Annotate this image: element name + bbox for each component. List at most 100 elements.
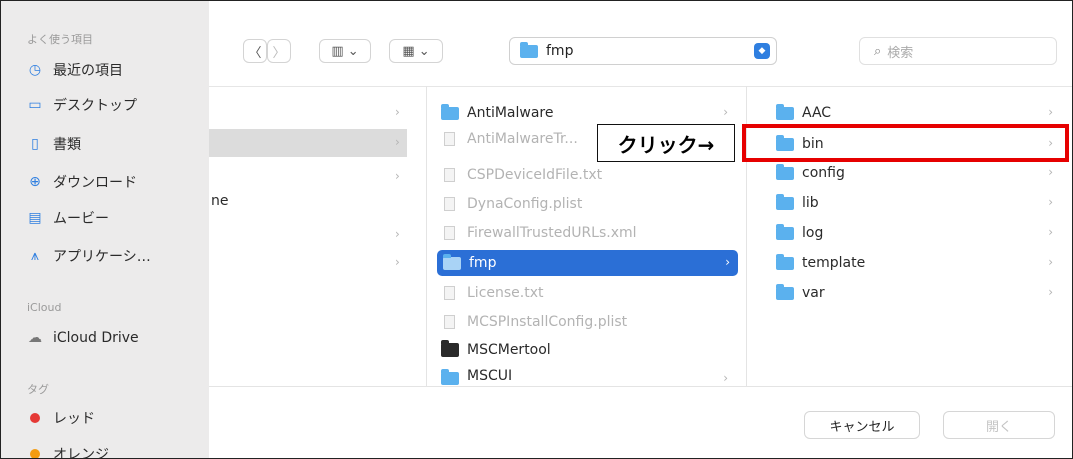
tag-dot-red <box>25 413 45 423</box>
item-label: AntiMalware <box>467 105 554 121</box>
view-mode-button[interactable]: ▥ ⌄ <box>319 39 371 63</box>
sidebar-item-label: オレンジ <box>53 447 109 459</box>
sidebar-item-label: ダウンロード <box>53 175 137 191</box>
download-icon: ⊕ <box>29 174 41 190</box>
sidebar-item-icloud-drive[interactable]: ☁ iCloud Drive <box>25 325 139 351</box>
tag-dot-orange <box>25 449 45 458</box>
folder-icon <box>776 283 794 300</box>
cancel-button[interactable]: キャンセル <box>804 411 920 439</box>
item-label: fmp <box>469 255 497 271</box>
list-item-var[interactable]: var › <box>776 280 1061 306</box>
list-item-antimalware[interactable]: AntiMalware › <box>441 100 736 126</box>
item-label: template <box>802 255 866 271</box>
sidebar-item-label: ムービー <box>53 211 109 227</box>
annotation-callout: クリック→ <box>597 124 735 162</box>
item-label: DynaConfig.plist <box>467 196 583 212</box>
chevron-right-icon: › <box>395 255 400 269</box>
sidebar-tag-orange[interactable]: オレンジ <box>25 441 109 459</box>
chevron-right-icon: › <box>1048 225 1053 239</box>
chevron-right-icon: › <box>723 105 728 119</box>
folder-icon <box>776 163 794 180</box>
search-icon: ⌕ <box>874 43 882 59</box>
folder-icon <box>776 223 794 240</box>
list-item-file[interactable]: AntiMalwareTr... <box>441 126 601 152</box>
list-item-fmp[interactable]: fmp › <box>437 250 738 276</box>
tags-header: タグ <box>27 383 49 396</box>
forward-button[interactable]: 〉 <box>267 39 291 63</box>
column-divider <box>426 86 427 386</box>
sidebar-item-label: デスクトップ <box>53 98 137 114</box>
document-icon: ▯ <box>31 136 39 152</box>
group-button[interactable]: ▦ ⌄ <box>389 39 443 63</box>
list-item-aac[interactable]: AAC › <box>776 100 1061 126</box>
chevron-right-icon: › <box>1048 255 1053 269</box>
folder-icon <box>441 103 459 120</box>
item-label: License.txt <box>467 285 544 301</box>
sidebar-item-label: アプリケーシ… <box>53 249 151 265</box>
sidebar-item-documents[interactable]: ▯ 書類 <box>25 131 81 157</box>
sidebar-item-desktop[interactable]: ▭ デスクトップ <box>25 92 137 118</box>
footer-divider <box>209 386 1072 387</box>
folder-icon <box>776 103 794 120</box>
clock-icon: ◷ <box>28 62 42 78</box>
annotation-highlight-box <box>742 124 1069 162</box>
file-icon <box>444 226 455 240</box>
sidebar-item-applications[interactable]: ⩚ アプリケーシ… <box>25 243 151 269</box>
file-icon <box>444 197 455 211</box>
folder-icon <box>776 193 794 210</box>
file-icon <box>444 315 455 329</box>
sidebar-item-label: iCloud Drive <box>53 330 139 346</box>
sidebar: よく使う項目 ◷ 最近の項目 ▭ デスクトップ ▯ 書類 ⊕ ダウンロード ▤ … <box>1 1 209 459</box>
item-label: log <box>802 225 824 241</box>
chevron-right-icon: › <box>1048 195 1053 209</box>
item-label: AntiMalwareTr... <box>467 131 578 147</box>
path-dropdown[interactable]: fmp ◆ <box>509 37 777 65</box>
sidebar-item-label: 書類 <box>53 137 81 153</box>
icloud-header: iCloud <box>27 301 62 314</box>
column1-item-label[interactable]: ne <box>211 193 229 209</box>
folder-icon <box>441 369 459 385</box>
applications-icon: ⩚ <box>31 248 39 264</box>
sidebar-item-recents[interactable]: ◷ 最近の項目 <box>25 57 123 83</box>
list-item-lib[interactable]: lib › <box>776 190 1061 216</box>
chevron-right-icon: › <box>723 371 728 385</box>
chevron-right-icon: › <box>1048 165 1053 179</box>
list-item-config[interactable]: config › <box>776 160 1061 186</box>
sidebar-item-movies[interactable]: ▤ ムービー <box>25 205 109 231</box>
item-label: lib <box>802 195 819 211</box>
folder-icon <box>443 253 461 270</box>
list-item-template[interactable]: template › <box>776 250 1061 276</box>
favorites-header: よく使う項目 <box>27 33 93 46</box>
list-item-file[interactable]: License.txt <box>441 280 736 306</box>
list-item-log[interactable]: log › <box>776 220 1061 246</box>
item-label: config <box>802 165 845 181</box>
list-item-file[interactable]: CSPDeviceIdFile.txt <box>441 162 736 188</box>
search-field[interactable]: ⌕ 検索 <box>859 37 1057 65</box>
path-value: fmp <box>546 43 574 59</box>
chevron-updown-icon: ◆ <box>754 43 770 59</box>
sidebar-tag-red[interactable]: レッド <box>25 405 95 431</box>
open-button[interactable]: 開く <box>943 411 1055 439</box>
list-item-file[interactable]: DynaConfig.plist <box>441 191 736 217</box>
film-icon: ▤ <box>28 210 42 226</box>
chevron-right-icon: › <box>395 169 400 183</box>
list-item-mscmertool[interactable]: MSCMertool <box>441 337 736 363</box>
back-button[interactable]: 〈 <box>243 39 267 63</box>
chevron-right-icon: › <box>1048 105 1053 119</box>
folder-icon <box>776 253 794 270</box>
chevron-right-icon: › <box>725 255 730 269</box>
item-label: FirewallTrustedURLs.xml <box>467 225 637 241</box>
chevron-right-icon: › <box>395 105 400 119</box>
list-item-file[interactable]: FirewallTrustedURLs.xml <box>441 220 736 246</box>
column1-selected-row[interactable] <box>209 129 407 157</box>
folder-icon <box>520 41 538 58</box>
list-item-mscui[interactable]: MSCUI › <box>441 366 736 386</box>
item-label: AAC <box>802 105 832 121</box>
item-label: MSCUI <box>467 368 513 384</box>
sidebar-item-downloads[interactable]: ⊕ ダウンロード <box>25 169 137 195</box>
executable-icon <box>441 340 459 357</box>
file-icon <box>444 132 455 146</box>
list-item-file[interactable]: MCSPInstallConfig.plist <box>441 309 736 335</box>
search-placeholder: 検索 <box>887 45 914 61</box>
chevron-right-icon: › <box>395 135 400 149</box>
